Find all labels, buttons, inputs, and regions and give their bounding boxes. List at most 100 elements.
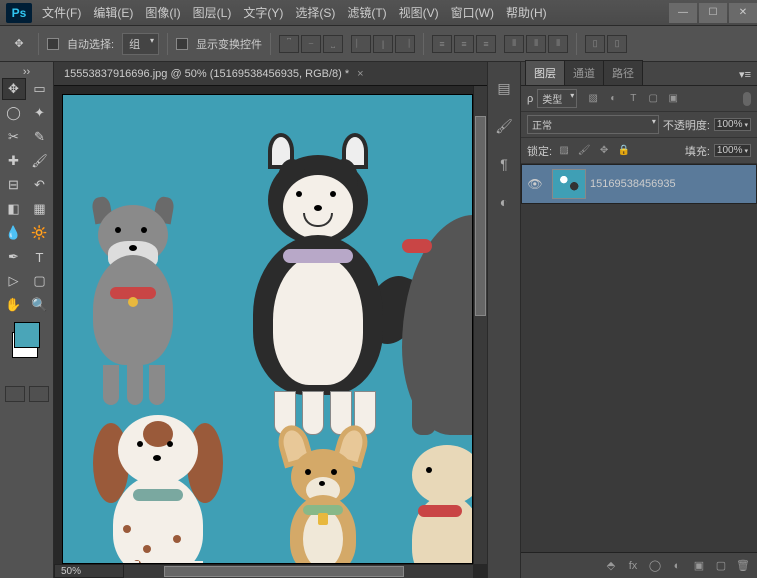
- align-left-icon[interactable]: ⎸: [351, 35, 371, 53]
- align-hcenter-icon[interactable]: |: [373, 35, 393, 53]
- lasso-tool[interactable]: ◯: [2, 102, 26, 124]
- link-layers-icon[interactable]: ⬘: [603, 559, 619, 573]
- menu-file[interactable]: 文件(F): [36, 0, 87, 25]
- filter-type-icon[interactable]: T: [625, 92, 641, 106]
- lock-all-icon[interactable]: 🔒: [616, 144, 632, 158]
- path-tool[interactable]: ▷: [2, 270, 26, 292]
- dist-icon[interactable]: ≡: [454, 35, 474, 53]
- gradient-tool[interactable]: ▦: [28, 198, 52, 220]
- tab-channels[interactable]: 通道: [564, 60, 604, 85]
- layer-visibility-icon[interactable]: 👁: [522, 177, 548, 191]
- lock-position-icon[interactable]: ✥: [596, 144, 612, 158]
- auto-select-checkbox[interactable]: [47, 38, 59, 50]
- tab-layers[interactable]: 图层: [525, 60, 565, 85]
- tab-paths[interactable]: 路径: [603, 60, 643, 85]
- close-button[interactable]: ✕: [729, 3, 757, 23]
- menu-view[interactable]: 视图(V): [393, 0, 445, 25]
- dodge-tool[interactable]: 🔆: [28, 222, 52, 244]
- stamp-tool[interactable]: ⊟: [2, 174, 26, 196]
- opacity-input[interactable]: 100%▾: [714, 118, 751, 131]
- vertical-scrollbar[interactable]: [473, 86, 487, 564]
- minimize-button[interactable]: —: [669, 3, 697, 23]
- adjustment-layer-icon[interactable]: ◐: [669, 559, 685, 573]
- illustration-dog-large-dark: [402, 195, 473, 435]
- menu-type[interactable]: 文字(Y): [237, 0, 289, 25]
- eyedropper-tool[interactable]: ✎: [28, 126, 52, 148]
- brush-tool[interactable]: 🖌: [28, 150, 52, 172]
- align-vcenter-icon[interactable]: ⎯: [301, 35, 321, 53]
- patch-tool[interactable]: ✚: [2, 150, 26, 172]
- foreground-color-swatch[interactable]: [14, 322, 40, 348]
- dist-icon[interactable]: ⦀: [548, 35, 568, 53]
- dist-icon[interactable]: ≡: [476, 35, 496, 53]
- dist-icon[interactable]: ⦀: [504, 35, 524, 53]
- character-panel-icon[interactable]: ¶: [494, 154, 514, 174]
- zoom-indicator[interactable]: 50%: [54, 564, 124, 578]
- delete-layer-icon[interactable]: 🗑: [735, 559, 751, 573]
- layer-row[interactable]: 👁 15169538456935: [521, 164, 757, 204]
- zoom-tool[interactable]: 🔍: [28, 294, 52, 316]
- blur-tool[interactable]: 💧: [2, 222, 26, 244]
- align-top-icon[interactable]: ⎴: [279, 35, 299, 53]
- swatches-panel-icon[interactable]: ◐: [494, 192, 514, 212]
- wand-tool[interactable]: ✦: [28, 102, 52, 124]
- panel-menu-icon[interactable]: ▾≡: [733, 64, 757, 85]
- app-logo: Ps: [6, 3, 32, 23]
- move-tool[interactable]: ✥: [2, 78, 26, 100]
- filter-kind-dropdown[interactable]: 类型: [537, 89, 577, 108]
- filter-toggle[interactable]: [743, 92, 751, 106]
- menu-image[interactable]: 图像(I): [139, 0, 186, 25]
- layer-fx-icon[interactable]: fx: [625, 559, 641, 573]
- eraser-tool[interactable]: ◧: [2, 198, 26, 220]
- dist-icon[interactable]: ⦀: [526, 35, 546, 53]
- fill-input[interactable]: 100%▾: [714, 144, 751, 157]
- auto-select-dropdown[interactable]: 组: [122, 33, 159, 55]
- horizontal-scroll-thumb[interactable]: [164, 566, 404, 577]
- tab-close-icon[interactable]: ×: [357, 68, 363, 80]
- document-tab[interactable]: 15553837916696.jpg @ 50% (15169538456935…: [54, 62, 487, 86]
- menu-filter[interactable]: 滤镜(T): [341, 0, 392, 25]
- filter-adjust-icon[interactable]: ◐: [605, 92, 621, 106]
- right-panels: 图层 通道 路径 ▾≡ ρ 类型 ▧ ◐ T ▢ ▣ 正常 不透明度: 100%…: [521, 62, 757, 578]
- arrange-icon[interactable]: ▯: [585, 35, 605, 53]
- canvas[interactable]: [62, 94, 473, 564]
- menu-help[interactable]: 帮助(H): [500, 0, 553, 25]
- align-right-icon[interactable]: ⎹: [395, 35, 415, 53]
- filter-shape-icon[interactable]: ▢: [645, 92, 661, 106]
- quickmask-mask[interactable]: [29, 386, 49, 402]
- toolbox-grip[interactable]: ››: [2, 66, 51, 74]
- blend-mode-dropdown[interactable]: 正常: [527, 115, 659, 134]
- group-icon[interactable]: ▣: [691, 559, 707, 573]
- marquee-tool[interactable]: ▭: [28, 78, 52, 100]
- new-layer-icon[interactable]: ▢: [713, 559, 729, 573]
- show-transform-checkbox[interactable]: [176, 38, 188, 50]
- history-panel-icon[interactable]: ▤: [494, 78, 514, 98]
- menu-select[interactable]: 选择(S): [289, 0, 341, 25]
- brush-panel-icon[interactable]: 🖌: [494, 116, 514, 136]
- vertical-scroll-thumb[interactable]: [475, 116, 486, 316]
- menu-window[interactable]: 窗口(W): [445, 0, 500, 25]
- lock-pixels-icon[interactable]: 🖌: [576, 144, 592, 158]
- shape-tool[interactable]: ▢: [28, 270, 52, 292]
- layer-name[interactable]: 15169538456935: [590, 178, 676, 190]
- menu-layer[interactable]: 图层(L): [187, 0, 238, 25]
- crop-tool[interactable]: ✂: [2, 126, 26, 148]
- layer-thumbnail[interactable]: [552, 169, 586, 199]
- filter-pixel-icon[interactable]: ▧: [585, 92, 601, 106]
- maximize-button[interactable]: ☐: [699, 3, 727, 23]
- menu-edit[interactable]: 编辑(E): [87, 0, 139, 25]
- lock-transparent-icon[interactable]: ▨: [556, 144, 572, 158]
- layer-mask-icon[interactable]: ◯: [647, 559, 663, 573]
- hand-tool[interactable]: ✋: [2, 294, 26, 316]
- quickmask-standard[interactable]: [5, 386, 25, 402]
- divider: [576, 33, 577, 55]
- align-bottom-icon[interactable]: ⎵: [323, 35, 343, 53]
- move-tool-icon[interactable]: ✥: [8, 33, 30, 55]
- color-swatches[interactable]: [2, 322, 51, 362]
- history-brush-tool[interactable]: ↶: [28, 174, 52, 196]
- filter-smart-icon[interactable]: ▣: [665, 92, 681, 106]
- pen-tool[interactable]: ✒: [2, 246, 26, 268]
- arrange-icon[interactable]: ▯: [607, 35, 627, 53]
- type-tool[interactable]: T: [28, 246, 52, 268]
- dist-icon[interactable]: ≡: [432, 35, 452, 53]
